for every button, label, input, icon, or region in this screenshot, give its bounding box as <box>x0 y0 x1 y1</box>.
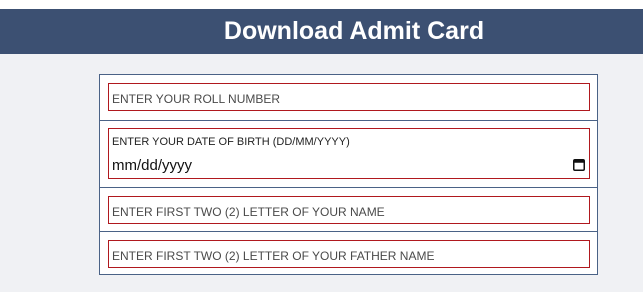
page-header: Download Admit Card <box>0 9 643 54</box>
page-title: Download Admit Card <box>223 17 485 45</box>
dob-date-input[interactable]: mm/dd/yyyy <box>112 157 192 174</box>
father-name-letters-placeholder: ENTER FIRST TWO (2) LETTER OF YOUR FATHE… <box>112 249 435 263</box>
dob-label: ENTER YOUR DATE OF BIRTH (DD/MM/YYYY) <box>112 136 350 148</box>
roll-number-input[interactable]: ENTER YOUR ROLL NUMBER <box>108 83 590 111</box>
name-letters-placeholder: ENTER FIRST TWO (2) LETTER OF YOUR NAME <box>112 205 385 219</box>
form-row-dob: ENTER YOUR DATE OF BIRTH (DD/MM/YYYY) mm… <box>100 120 597 187</box>
dob-field[interactable]: ENTER YOUR DATE OF BIRTH (DD/MM/YYYY) mm… <box>108 128 590 179</box>
form-row-roll-number: ENTER YOUR ROLL NUMBER <box>100 75 597 120</box>
form-row-name: ENTER FIRST TWO (2) LETTER OF YOUR NAME <box>100 187 597 231</box>
roll-number-placeholder: ENTER YOUR ROLL NUMBER <box>112 92 281 106</box>
calendar-icon[interactable] <box>573 158 585 171</box>
form-row-father-name: ENTER FIRST TWO (2) LETTER OF YOUR FATHE… <box>100 231 597 274</box>
father-name-letters-input[interactable]: ENTER FIRST TWO (2) LETTER OF YOUR FATHE… <box>108 240 590 268</box>
admit-card-page: Download Admit Card ENTER YOUR ROLL NUMB… <box>0 0 643 292</box>
name-letters-input[interactable]: ENTER FIRST TWO (2) LETTER OF YOUR NAME <box>108 196 590 224</box>
admit-card-form: ENTER YOUR ROLL NUMBER ENTER YOUR DATE O… <box>99 74 598 275</box>
